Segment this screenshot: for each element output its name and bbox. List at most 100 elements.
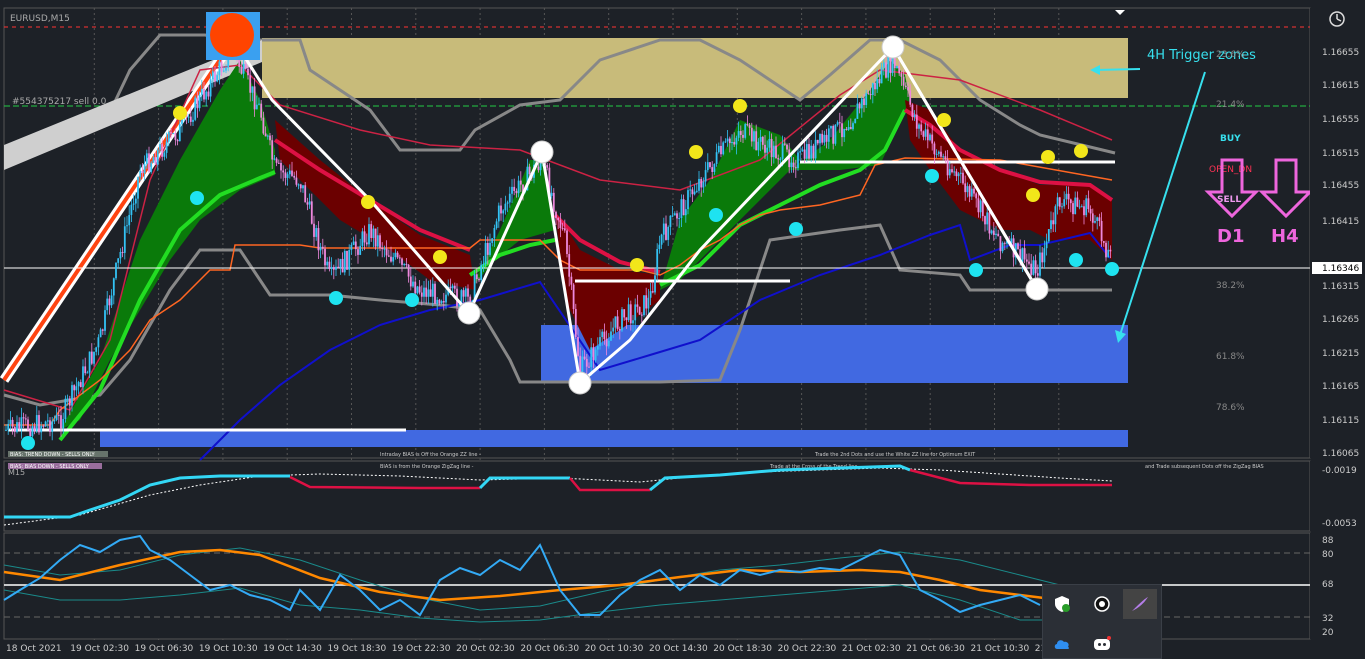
- candle-body: [988, 212, 991, 234]
- swing-high-marker: [530, 140, 554, 164]
- candle-body: [425, 287, 428, 297]
- candle-body: [1100, 221, 1103, 242]
- candle-body: [728, 138, 731, 144]
- candle-body: [390, 256, 392, 262]
- candle-body: [7, 423, 10, 430]
- price-tick-label: 1.16115: [1322, 416, 1359, 426]
- candle-body: [398, 257, 401, 259]
- candle-body: [748, 125, 751, 128]
- shield-icon[interactable]: [1051, 593, 1073, 615]
- candle-body: [599, 337, 601, 347]
- candle-body: [1058, 197, 1061, 207]
- candle-body: [277, 162, 280, 164]
- candle-body: [517, 180, 520, 194]
- candle-body: [882, 62, 885, 68]
- candle-body: [335, 266, 337, 270]
- candle-body: [504, 203, 507, 211]
- candle-body: [273, 158, 276, 160]
- candle-body: [552, 192, 555, 212]
- candle-body: [55, 414, 58, 420]
- candle-body: [651, 291, 654, 293]
- candle-body: [838, 122, 841, 124]
- candle-body: [86, 372, 89, 374]
- candle-body: [867, 93, 870, 95]
- candle-body: [93, 351, 95, 364]
- sub2-axis: [1310, 533, 1365, 639]
- candle-body: [684, 209, 687, 216]
- candle-body: [357, 249, 359, 255]
- candle-body: [346, 250, 348, 270]
- candle-body: [825, 134, 828, 142]
- candle-body: [973, 188, 975, 194]
- nvidia-icon[interactable]: [1091, 593, 1113, 615]
- candle-body: [702, 181, 705, 188]
- candle-body: [913, 114, 916, 118]
- price-tick-label: 1.16315: [1322, 282, 1359, 292]
- candle-body: [1109, 249, 1112, 252]
- candle-body: [365, 242, 368, 245]
- candle-body: [691, 189, 694, 195]
- lower-zone-rect: [100, 430, 1128, 447]
- price-tick-label: 1.16215: [1322, 349, 1359, 359]
- sub2-axis-labels: 88 80 68 32 20: [1322, 536, 1334, 638]
- candle-body: [874, 82, 876, 90]
- candle-body: [315, 228, 318, 237]
- candle-body: [926, 129, 929, 141]
- candle-body: [1021, 248, 1024, 263]
- candle-body: [528, 166, 531, 175]
- system-tray-popup: [1042, 584, 1162, 659]
- candle-body: [396, 252, 399, 258]
- candle-body: [174, 133, 177, 140]
- candle-body: [497, 205, 500, 222]
- swing-low-marker: [568, 371, 592, 395]
- feather-icon[interactable]: [1123, 589, 1157, 619]
- candle-body: [999, 236, 1002, 252]
- candle-body: [1105, 242, 1107, 258]
- candle-body: [387, 255, 390, 257]
- candle-body: [832, 126, 835, 144]
- candle-body: [24, 418, 27, 420]
- candle-body: [264, 133, 267, 137]
- candle-body: [779, 158, 782, 160]
- candle-body: [783, 143, 786, 145]
- candle-body: [328, 261, 331, 269]
- candle-body: [42, 425, 45, 427]
- candle-body: [132, 203, 135, 205]
- candle-body: [128, 214, 131, 226]
- candle-body: [768, 138, 771, 148]
- discord-icon[interactable]: [1091, 633, 1113, 655]
- cloud-icon[interactable]: [1051, 633, 1073, 655]
- candle-body: [1036, 273, 1039, 276]
- time-tick-label: 20 Oct 14:30: [649, 644, 708, 654]
- candle-body: [583, 356, 586, 359]
- candle-body: [66, 398, 69, 400]
- candle-body: [464, 288, 467, 297]
- candle-body: [1094, 220, 1096, 223]
- candle-body: [106, 298, 109, 311]
- price-tick-label: 1.16555: [1322, 115, 1359, 125]
- candle-body: [247, 68, 249, 76]
- candle-body: [82, 366, 84, 388]
- time-tick-label: 20 Oct 10:30: [585, 644, 644, 654]
- candle-body: [1041, 252, 1044, 263]
- note-2: Trade the 2nd Dots and use the White ZZ …: [814, 452, 976, 458]
- candle-body: [117, 258, 120, 263]
- candle-body: [634, 304, 637, 321]
- candle-body: [299, 184, 302, 189]
- time-tick-label: 19 Oct 14:30: [263, 644, 322, 654]
- candle-body: [887, 56, 890, 78]
- candle-body: [990, 230, 993, 234]
- candle-body: [682, 199, 685, 216]
- candle-body: [77, 382, 80, 387]
- candle-body: [51, 421, 54, 432]
- price-tick-label: 1.16455: [1322, 181, 1359, 191]
- candle-body: [196, 97, 199, 109]
- candle-body: [885, 62, 887, 78]
- candle-body: [539, 162, 542, 171]
- candle-body: [918, 124, 920, 129]
- candle-body: [192, 119, 194, 122]
- sub1-axis-bottom: -0.0053: [1322, 519, 1357, 529]
- candle-body: [632, 320, 634, 324]
- sub1-title: M15: [8, 468, 25, 477]
- candle-body: [605, 339, 608, 347]
